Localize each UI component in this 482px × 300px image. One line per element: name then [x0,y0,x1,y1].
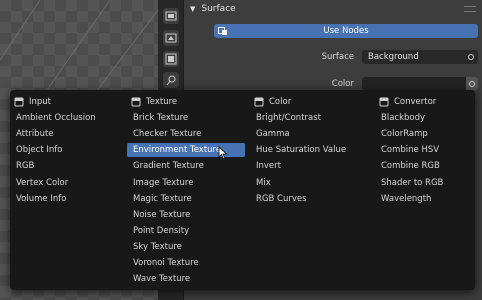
menu-item-wave-texture[interactable]: Wave Texture [127,272,245,286]
output-icon [165,33,177,43]
menu-item-attribute[interactable]: Attribute [10,127,128,141]
surface-shader-field[interactable]: Background [362,50,478,64]
scene-icon [166,75,176,86]
menu-item-combine-hsv[interactable]: Combine HSV [375,143,471,157]
surface-label: Surface [321,52,354,62]
image-icon [165,53,177,65]
menu-item-image-texture[interactable]: Image Texture [127,176,245,190]
mouse-pointer-icon [218,146,228,160]
menu-item-shader-to-rgb[interactable]: Shader to RGB [375,176,471,190]
column-title-texture: Texture [146,96,178,107]
menu-item-bright-contrast[interactable]: Bright/Contrast [250,111,368,125]
use-nodes-button[interactable]: Use Nodes [214,24,478,38]
use-nodes-label: Use Nodes [323,26,369,36]
menu-item-voronoi-texture[interactable]: Voronoi Texture [127,256,245,270]
view-layer-tab[interactable] [163,51,179,67]
color-swatch[interactable] [362,77,466,90]
viewport-grid [0,0,158,100]
menu-item-checker-texture[interactable]: Checker Texture [127,127,245,141]
scene-tab[interactable] [163,72,179,88]
surface-value: Background [368,52,419,62]
menu-item-gamma[interactable]: Gamma [250,127,368,141]
menu-item-sky-texture[interactable]: Sky Texture [127,240,245,254]
render-tab[interactable] [163,8,179,24]
node-icon [218,27,227,35]
menu-item-wavelength[interactable]: Wavelength [375,192,471,206]
menu-item-blackbody[interactable]: Blackbody [375,111,471,125]
menu-column-header: Input [10,95,51,108]
shader-node-menu: Input Ambient Occlusion Attribute Object… [10,90,475,290]
surface-panel-header[interactable]: ▼ Surface [184,0,482,18]
menu-item-hue-saturation-value[interactable]: Hue Saturation Value [250,143,368,157]
menu-item-invert[interactable]: Invert [250,159,368,173]
menu-item-mix[interactable]: Mix [250,176,368,190]
menu-item-gradient-texture[interactable]: Gradient Texture [127,159,245,173]
menu-item-combine-rgb[interactable]: Combine RGB [375,159,471,173]
panel-title: Surface [201,4,236,14]
socket-dot-icon [468,54,474,60]
socket-icon [379,97,389,106]
menu-column-header: Color [250,95,291,108]
menu-item-volume-info[interactable]: Volume Info [10,192,128,206]
color-socket-button[interactable] [466,77,478,90]
menu-item-ambient-occlusion[interactable]: Ambient Occlusion [10,111,128,125]
menu-item-colorramp[interactable]: ColorRamp [375,127,471,141]
menu-item-brick-texture[interactable]: Brick Texture [127,111,245,125]
menu-item-noise-texture[interactable]: Noise Texture [127,208,245,222]
render-icon [165,11,177,21]
socket-dot-icon [469,80,475,87]
column-title-input: Input [29,96,52,107]
output-tab[interactable] [163,30,179,46]
collapse-triangle-icon: ▼ [190,5,196,13]
drag-grip-icon[interactable] [464,6,476,12]
menu-item-vertex-color[interactable]: Vertex Color [10,176,128,190]
socket-icon [14,97,24,106]
socket-icon [254,97,264,106]
menu-column-header: Texture [127,95,177,108]
column-title-convertor: Convertor [394,96,437,107]
menu-item-magic-texture[interactable]: Magic Texture [127,192,245,206]
menu-item-object-info[interactable]: Object Info [10,143,128,157]
menu-item-point-density[interactable]: Point Density [127,224,245,238]
menu-column-header: Convertor [375,95,436,108]
menu-item-rgb-curves[interactable]: RGB Curves [250,192,368,206]
column-title-color: Color [269,96,292,107]
socket-icon [131,97,141,106]
menu-item-rgb[interactable]: RGB [10,159,128,173]
color-label: Color [331,79,354,89]
